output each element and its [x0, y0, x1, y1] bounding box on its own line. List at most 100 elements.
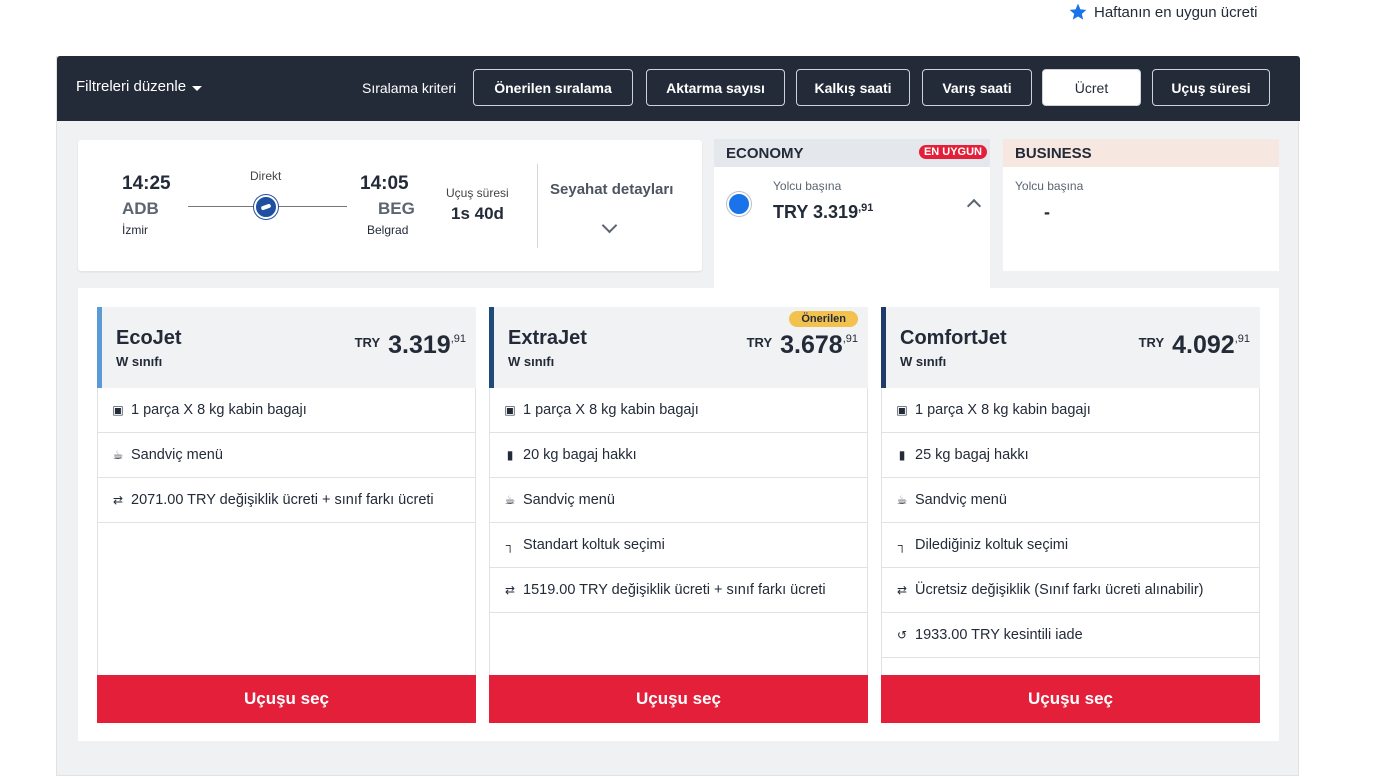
cabin-bag-icon: ▣	[504, 403, 516, 417]
chevron-down-icon[interactable]	[601, 217, 618, 234]
fare-feature: ▣ 1 parça X 8 kg kabin bagajı	[882, 388, 1259, 433]
fare-feature: ↺ 1933.00 TRY kesintili iade	[882, 613, 1259, 658]
sort-toolbar: Filtreleri düzenle Sıralama kriteri Öner…	[57, 56, 1300, 121]
recommended-badge: Önerilen	[789, 311, 858, 327]
fare-feature-text: 1 parça X 8 kg kabin bagajı	[131, 402, 307, 418]
meal-icon: ☕	[896, 493, 908, 507]
select-flight-button[interactable]: Uçuşu seç	[97, 675, 476, 723]
fare-feature: ⇄ Ücretsiz değişiklik (Sınıf farkı ücreti…	[882, 568, 1259, 613]
fare-name: EcoJet	[116, 327, 182, 349]
arrival-code: BEG	[378, 199, 415, 218]
meal-icon: ☕	[112, 448, 124, 462]
business-per-passenger: Yolcu başına	[1015, 179, 1084, 193]
filter-edit-label: Filtreleri düzenle	[76, 78, 187, 95]
cabin-bag-icon: ▣	[112, 403, 124, 417]
fare-price-value: 3.678	[780, 331, 843, 359]
fare-feature: ⇄ 1519.00 TRY değişiklik ücreti + sınıf f…	[490, 568, 867, 613]
fare-feature-text: Dilediğiniz koltuk seçimi	[915, 537, 1069, 553]
divider	[537, 164, 538, 248]
fare-feature: ▮ 25 kg bagaj hakkı	[882, 433, 1259, 478]
fare-currency: TRY	[1138, 335, 1165, 350]
fare-feature-list: ▣ 1 parça X 8 kg kabin bagajı ☕ Sandviç men…	[97, 388, 476, 675]
fare-feature-list: ▣ 1 parça X 8 kg kabin bagajı ▮ 25 kg bagaj…	[881, 388, 1260, 675]
results-panel: Filtreleri düzenle Sıralama kriteri Öner…	[56, 56, 1300, 776]
seat-icon: ┐	[897, 538, 907, 552]
fare-class: W sınıfı	[508, 354, 555, 369]
star-icon	[1069, 3, 1087, 20]
sort-transfers-button[interactable]: Aktarma sayısı	[646, 69, 785, 106]
economy-cabin-card[interactable]: ECONOMY EN UYGUN Yolcu başına TRY 3.319,…	[714, 139, 990, 288]
sort-label: Sıralama kriteri	[362, 80, 457, 96]
business-cabin-card[interactable]: BUSINESS Yolcu başına -	[1003, 139, 1279, 271]
economy-radio[interactable]	[727, 192, 751, 216]
duration-label: Uçuş süresi	[446, 186, 509, 200]
sort-arrival-button[interactable]: Varış saati	[922, 69, 1032, 106]
fare-feature-text: 1 parça X 8 kg kabin bagajı	[523, 402, 699, 418]
fare-header: ComfortJet W sınıfı TRY 4.092,91	[881, 307, 1260, 388]
cheapest-badge: EN UYGUN	[918, 145, 987, 159]
duration-value: 1s 40d	[451, 204, 504, 223]
sort-duration-button[interactable]: Uçuş süresi	[1152, 69, 1270, 106]
chevron-up-icon[interactable]	[966, 198, 982, 214]
fare-feature-text: 20 kg bagaj hakkı	[523, 447, 637, 463]
fare-currency: TRY	[354, 335, 381, 350]
fare-feature: ☕ Sandviç menü	[882, 478, 1259, 523]
fare-card-comfortjet: ComfortJet W sınıfı TRY 4.092,91 ▣ 1 parça X …	[881, 307, 1260, 723]
fare-feature: ▣ 1 parça X 8 kg kabin bagajı	[98, 388, 475, 433]
sort-price-button[interactable]: Ücret	[1042, 69, 1141, 106]
business-header: BUSINESS	[1003, 139, 1279, 167]
fare-header: Önerilen ExtraJet W sınıfı TRY 3.678,91	[489, 307, 868, 388]
departure-code: ADB	[122, 199, 159, 218]
departure-city: İzmir	[122, 223, 148, 237]
luggage-icon: ▮	[506, 448, 514, 462]
sort-departure-button[interactable]: Kalkış saati	[796, 69, 910, 106]
fare-feature: ☕ Sandviç menü	[98, 433, 475, 478]
fare-price-decimal: ,91	[842, 333, 858, 345]
stop-type: Direkt	[250, 169, 282, 183]
cheapest-of-week-note: Haftanın en uygun ücreti	[1068, 2, 1257, 22]
select-flight-button[interactable]: Uçuşu seç	[881, 675, 1260, 723]
fare-name: ComfortJet	[900, 327, 1007, 349]
sort-recommended-button[interactable]: Önerilen sıralama	[473, 69, 633, 106]
fare-price: TRY 4.092,91	[1139, 333, 1250, 358]
business-price: -	[1044, 202, 1050, 222]
fare-feature-text: Sandviç menü	[523, 492, 615, 508]
fare-price-value: 4.092	[1172, 331, 1235, 359]
fare-feature: ☕ Sandviç menü	[490, 478, 867, 523]
economy-price-value: 3.319	[813, 202, 859, 222]
fare-options: EcoJet W sınıfı TRY 3.319,91 ▣ 1 parça X 8 kg…	[78, 288, 1279, 741]
meal-icon: ☕	[504, 493, 516, 507]
economy-per-passenger: Yolcu başına	[773, 179, 842, 193]
fare-feature: ┐ Standart koltuk seçimi	[490, 523, 867, 568]
fare-feature-list: ▣ 1 parça X 8 kg kabin bagajı ▮ 20 kg bagaj…	[489, 388, 868, 675]
fare-feature-text: 1933.00 TRY kesintili iade	[915, 627, 1083, 643]
filter-edit-dropdown[interactable]: Filtreleri düzenle	[76, 78, 203, 95]
fare-currency: TRY	[746, 335, 773, 350]
airline-logo-icon	[254, 195, 278, 219]
luggage-icon: ▮	[898, 448, 906, 462]
fare-feature-text: Ücretsiz değişiklik (Sınıf farkı ücreti …	[915, 582, 1204, 598]
fare-header: EcoJet W sınıfı TRY 3.319,91	[97, 307, 476, 388]
fare-feature-text: Standart koltuk seçimi	[523, 537, 665, 553]
fare-class: W sınıfı	[116, 354, 163, 369]
fare-name: ExtraJet	[508, 327, 587, 349]
economy-title: ECONOMY	[726, 144, 804, 162]
refund-icon: ↺	[896, 628, 908, 642]
seat-icon: ┐	[505, 538, 515, 552]
arrival-city: Belgrad	[367, 223, 409, 237]
economy-price: TRY 3.319,91	[773, 202, 873, 223]
caret-down-icon	[192, 85, 203, 91]
fare-feature-text: 1 parça X 8 kg kabin bagajı	[915, 402, 1091, 418]
fare-feature-text: Sandviç menü	[131, 447, 223, 463]
fare-card-extrajet: Önerilen ExtraJet W sınıfı TRY 3.678,91 ▣ 1 pa…	[489, 307, 868, 723]
cheapest-of-week-label: Haftanın en uygun ücreti	[1094, 3, 1258, 21]
economy-price-decimal: ,91	[858, 202, 874, 214]
fare-feature-text: 1519.00 TRY değişiklik ücreti + sınıf fa…	[523, 582, 826, 598]
fare-class: W sınıfı	[900, 354, 947, 369]
flight-summary-card: 14:25 ADB İzmir Direkt 14:05 BEG Belgrad…	[78, 140, 702, 271]
fare-feature: ┐ Dilediğiniz koltuk seçimi	[882, 523, 1259, 568]
fare-feature-text: Sandviç menü	[915, 492, 1007, 508]
select-flight-button[interactable]: Uçuşu seç	[489, 675, 868, 723]
travel-details-link[interactable]: Seyahat detayları	[550, 181, 673, 198]
change-fee-icon: ⇄	[896, 583, 908, 597]
